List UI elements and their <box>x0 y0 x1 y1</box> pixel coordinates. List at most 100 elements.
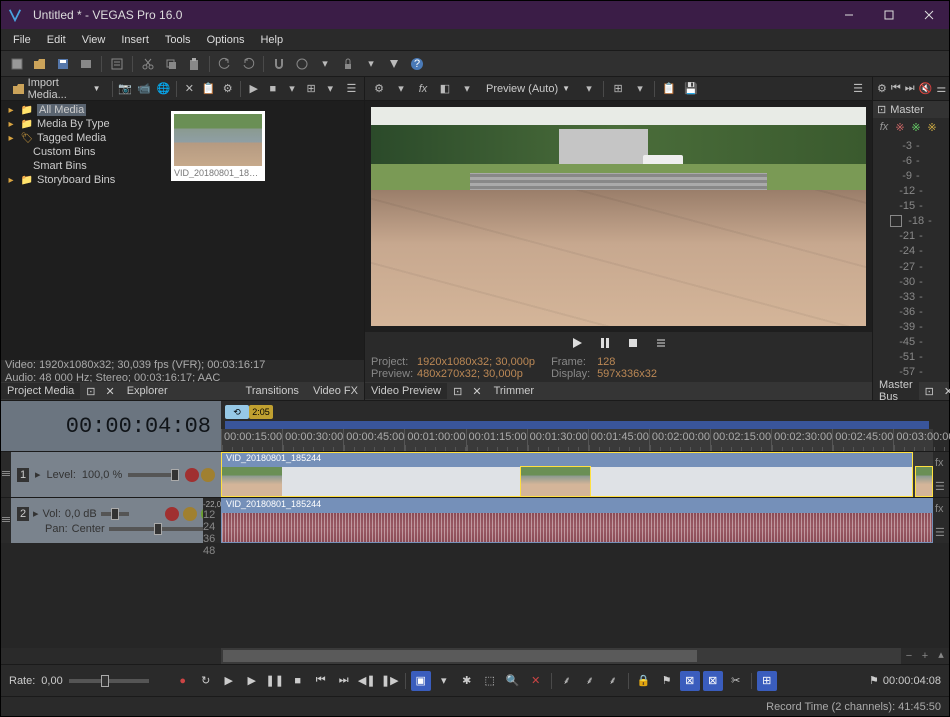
properties-icon[interactable] <box>107 54 127 74</box>
level-slider[interactable] <box>128 473 179 477</box>
import-media-button[interactable]: Import Media... ▼ <box>5 74 108 104</box>
pin-icon[interactable]: ⊡ <box>449 385 466 398</box>
media-properties-icon[interactable]: 📋 <box>200 79 217 99</box>
remove-icon[interactable]: ✕ <box>181 79 198 99</box>
close-tab-icon[interactable]: ✕ <box>940 385 950 398</box>
paste-icon[interactable] <box>184 54 204 74</box>
go-start-button[interactable]: ⏮ <box>311 671 331 691</box>
stop-preview-icon[interactable]: ■ <box>264 79 281 99</box>
stop-button[interactable]: ■ <box>288 671 308 691</box>
media-tree[interactable]: ▸📁All Media ▸📁Media By Type ▸🏷Tagged Med… <box>1 101 161 360</box>
gear-green-icon[interactable]: ※ <box>909 120 923 134</box>
scale-icon[interactable]: ⊞ <box>608 79 628 99</box>
get-photo-icon[interactable]: 📹 <box>136 79 153 99</box>
fader-handle[interactable] <box>890 215 902 227</box>
normal-edit-tool[interactable]: ▣ <box>411 671 431 691</box>
dd-icon[interactable]: ▾ <box>457 79 477 99</box>
track-mute-icon[interactable] <box>185 468 199 482</box>
pan-slider[interactable] <box>109 527 215 531</box>
preview-outputfx-icon[interactable]: fx <box>413 79 433 99</box>
audio-track-header[interactable]: 2 ▸ Vol: 0,0 dB Pan: Center <box>11 498 221 543</box>
timeline-v-zoom[interactable]: ▴ ▾ <box>933 648 949 664</box>
snap-icon[interactable] <box>269 54 289 74</box>
marker-strip[interactable]: ⟲ 2:05 00:00:15:00 00:00:30:00 00:00:45:… <box>221 401 933 451</box>
help-icon[interactable]: ? <box>407 54 427 74</box>
tree-row[interactable]: ▸📁Media By Type <box>1 117 161 131</box>
more-icon[interactable]: ▾ <box>322 79 339 99</box>
menu-insert[interactable]: Insert <box>113 32 157 48</box>
next-frame-button[interactable]: ❚▶ <box>380 671 400 691</box>
preview-settings-icon[interactable]: ⚙ <box>369 79 389 99</box>
views-icon[interactable]: ▾ <box>283 79 300 99</box>
get-media-icon[interactable]: 🌐 <box>155 79 172 99</box>
tree-row[interactable]: Custom Bins <box>1 145 161 159</box>
tab-project-media[interactable]: Project Media <box>1 383 80 399</box>
hamburger-icon[interactable]: ☰ <box>343 79 360 99</box>
video-clip-end[interactable] <box>915 466 933 497</box>
preview-quality-selector[interactable]: Preview (Auto) ▼ <box>479 80 577 98</box>
play-button[interactable] <box>568 334 586 352</box>
pin-icon[interactable]: ⊡ <box>921 385 938 398</box>
auto-crossfade-button[interactable]: ⊠ <box>680 671 700 691</box>
loop-playback-button[interactable]: ↻ <box>196 671 216 691</box>
capture-icon[interactable]: 📷 <box>116 79 133 99</box>
save-snapshot-icon[interactable]: 💾 <box>681 79 701 99</box>
track-solo-icon[interactable] <box>201 468 215 482</box>
expand-icon[interactable]: ⊡ <box>877 103 886 116</box>
envelope-tool[interactable]: ✱ <box>457 671 477 691</box>
normal-tool-icon[interactable] <box>384 54 404 74</box>
scale2-icon[interactable]: ▾ <box>630 79 650 99</box>
snap-button[interactable]: ⸙ <box>557 671 577 691</box>
split-screen-icon[interactable]: ◧ <box>435 79 455 99</box>
menu-tools[interactable]: Tools <box>157 32 199 48</box>
play-start-button[interactable]: ▶ <box>219 671 239 691</box>
tree-row[interactable]: Smart Bins <box>1 159 161 173</box>
zoom-in-icon[interactable]: + <box>917 648 933 664</box>
fx-icon[interactable]: fx <box>877 120 891 134</box>
tab-video-preview[interactable]: Video Preview <box>365 383 447 399</box>
minimize-button[interactable] <box>829 1 869 29</box>
stop-button[interactable] <box>624 334 642 352</box>
marker-button[interactable]: ⚑ <box>657 671 677 691</box>
tree-row[interactable]: ▸📁All Media <box>1 103 161 117</box>
preview-external-icon[interactable]: ▾ <box>391 79 411 99</box>
media-thumbnails[interactable]: VID_20180801_185244.mp4 <box>161 101 364 360</box>
skip-back-icon[interactable]: ⏮ <box>891 79 901 99</box>
pause-button[interactable]: ❚❚ <box>265 671 285 691</box>
media-clip-thumb[interactable]: VID_20180801_185244.mp4 <box>171 111 265 181</box>
play-button[interactable]: ▶ <box>242 671 262 691</box>
video-track-content[interactable]: VID_20180801_185244 <box>221 452 933 497</box>
track-mute-icon[interactable] <box>183 507 197 521</box>
crossfade-button[interactable]: ⊞ <box>757 671 777 691</box>
split-button[interactable]: ✂ <box>726 671 746 691</box>
time-ruler[interactable]: 00:00:15:00 00:00:30:00 00:00:45:00 00:0… <box>221 429 933 451</box>
audio-track-content[interactable]: -22,0 12 24 36 48 VID_20180801_185244 <box>221 498 933 543</box>
menu-view[interactable]: View <box>74 32 114 48</box>
vol-slider[interactable] <box>101 512 129 516</box>
grid-icon[interactable]: ⊞ <box>303 79 320 99</box>
copy-icon[interactable] <box>161 54 181 74</box>
tree-row[interactable]: ▸🏷Tagged Media <box>1 131 161 145</box>
quantize-button[interactable]: ⸙ <box>580 671 600 691</box>
prev-frame-button[interactable]: ◀❚ <box>357 671 377 691</box>
tab-trimmer[interactable]: Trimmer <box>488 383 541 399</box>
select-tool[interactable]: ⬚ <box>480 671 500 691</box>
tree-row[interactable]: ▸📁Storyboard Bins <box>1 173 161 187</box>
hamburger-icon[interactable]: ☰ <box>848 79 868 99</box>
tab-explorer[interactable]: Explorer <box>121 383 174 399</box>
menu-file[interactable]: File <box>5 32 39 48</box>
rate-slider[interactable] <box>69 679 149 683</box>
ripple-icon[interactable] <box>292 54 312 74</box>
autocross-icon[interactable]: ▾ <box>315 54 335 74</box>
audio-clip[interactable]: VID_20180801_185244 <box>221 498 933 543</box>
preview-icon[interactable]: ▶ <box>245 79 262 99</box>
track-fx-icon[interactable]: fx <box>935 503 947 515</box>
auto-ripple-button[interactable]: ⊠ <box>703 671 723 691</box>
track-handle[interactable] <box>2 517 10 525</box>
open-icon[interactable] <box>30 54 50 74</box>
ignore-icon[interactable]: ▾ <box>361 54 381 74</box>
track-handle[interactable] <box>2 471 10 479</box>
menu-help[interactable]: Help <box>252 32 291 48</box>
video-clip-mid[interactable] <box>520 466 591 497</box>
zoom-tool[interactable]: 🔍 <box>503 671 523 691</box>
